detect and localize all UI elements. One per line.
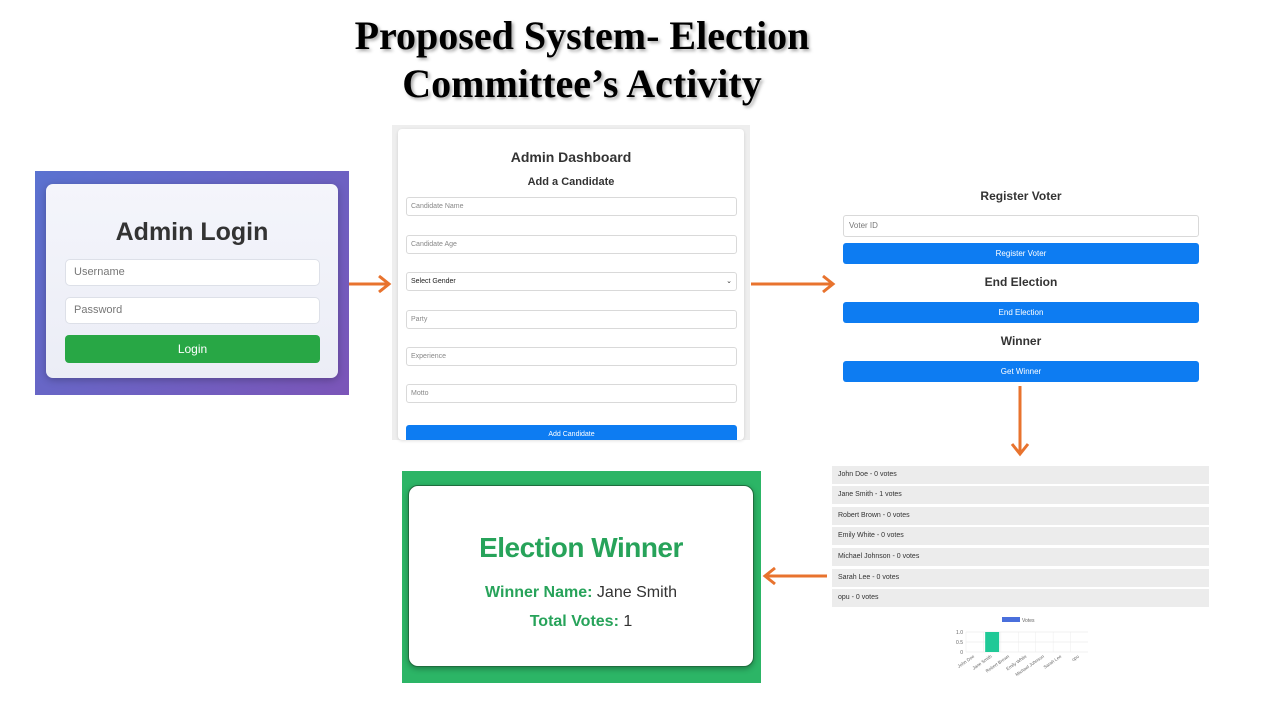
chevron-down-icon: ⌄ (726, 278, 732, 285)
election-winner-screenshot: Election Winner Winner Name: Jane Smith … (402, 471, 761, 683)
login-button[interactable]: Login (65, 335, 320, 363)
admin-dashboard-screenshot: Admin Dashboard Add a Candidate Candidat… (392, 125, 750, 440)
list-item: opu - 0 votes (832, 589, 1209, 607)
gender-select[interactable]: Select Gender ⌄ (406, 272, 737, 291)
winner-card: Election Winner Winner Name: Jane Smith … (408, 485, 754, 667)
end-election-button[interactable]: End Election (843, 302, 1199, 323)
list-item: Michael Johnson - 0 votes (832, 548, 1209, 566)
dashboard-card: Admin Dashboard Add a Candidate Candidat… (398, 129, 744, 440)
total-votes-line: Total Votes: 1 (409, 613, 753, 631)
arrow-down-icon (1010, 386, 1030, 457)
candidate-name-input[interactable]: Candidate Name (406, 197, 737, 216)
arrow-left-icon (762, 566, 827, 586)
dashboard-title: Admin Dashboard (510, 149, 632, 165)
legend-label: Votes (1022, 618, 1035, 624)
add-candidate-heading: Add a Candidate (527, 176, 615, 188)
admin-login-screenshot: Admin Login Username Password Login (35, 171, 349, 395)
arrow-right-icon (349, 274, 392, 294)
password-input[interactable]: Password (65, 297, 320, 324)
username-input[interactable]: Username (65, 259, 320, 286)
y-tick-label: 1.0 (956, 630, 963, 636)
register-voter-screenshot: Register Voter Voter ID Register Voter E… (835, 180, 1207, 390)
y-tick-label: 0.5 (956, 640, 963, 646)
list-item: Sarah Lee - 0 votes (832, 569, 1209, 587)
gender-select-label: Select Gender (411, 278, 456, 285)
vote-results-screenshot: John Doe - 0 votes Jane Smith - 1 votes … (830, 464, 1210, 686)
end-election-heading: End Election (984, 275, 1058, 289)
winner-name-line: Winner Name: Jane Smith (409, 584, 753, 602)
list-item: John Doe - 0 votes (832, 466, 1209, 484)
login-title: Admin Login (115, 218, 269, 246)
motto-input[interactable]: Motto (406, 384, 737, 403)
slide-title: Proposed System- Election Committee’s Ac… (300, 12, 864, 108)
arrow-right-icon (751, 274, 836, 294)
candidate-age-input[interactable]: Candidate Age (406, 235, 737, 254)
list-item: Emily White - 0 votes (832, 527, 1209, 545)
login-card: Admin Login Username Password Login (46, 184, 338, 378)
register-voter-button[interactable]: Register Voter (843, 243, 1199, 264)
x-tick-label: opu (1071, 653, 1080, 662)
total-votes-label: Total Votes: (529, 613, 619, 630)
slide-title-line-1: Proposed System- Election (354, 13, 810, 58)
experience-input[interactable]: Experience (406, 347, 737, 366)
list-item: Jane Smith - 1 votes (832, 486, 1209, 504)
winner-name-value: Jane Smith (596, 584, 677, 601)
winner-title: Election Winner (479, 532, 683, 563)
legend-swatch (1002, 617, 1020, 622)
add-candidate-button[interactable]: Add Candidate (406, 425, 737, 440)
list-item: Robert Brown - 0 votes (832, 507, 1209, 525)
winner-name-label: Winner Name: (485, 584, 593, 601)
slide-title-line-2: Committee’s Activity (402, 61, 762, 106)
votes-bar-chart: Votes1.00.50John DoeJane SmithRobert Bro… (956, 617, 1088, 677)
bar (985, 632, 1000, 652)
x-tick-label: Sarah Lee (1043, 653, 1063, 669)
total-votes-value: 1 (623, 613, 633, 630)
voter-id-input[interactable]: Voter ID (843, 215, 1199, 237)
winner-heading: Winner (1000, 334, 1042, 348)
y-tick-label: 0 (960, 650, 963, 656)
party-input[interactable]: Party (406, 310, 737, 329)
get-winner-button[interactable]: Get Winner (843, 361, 1199, 382)
register-voter-heading: Register Voter (980, 189, 1062, 203)
